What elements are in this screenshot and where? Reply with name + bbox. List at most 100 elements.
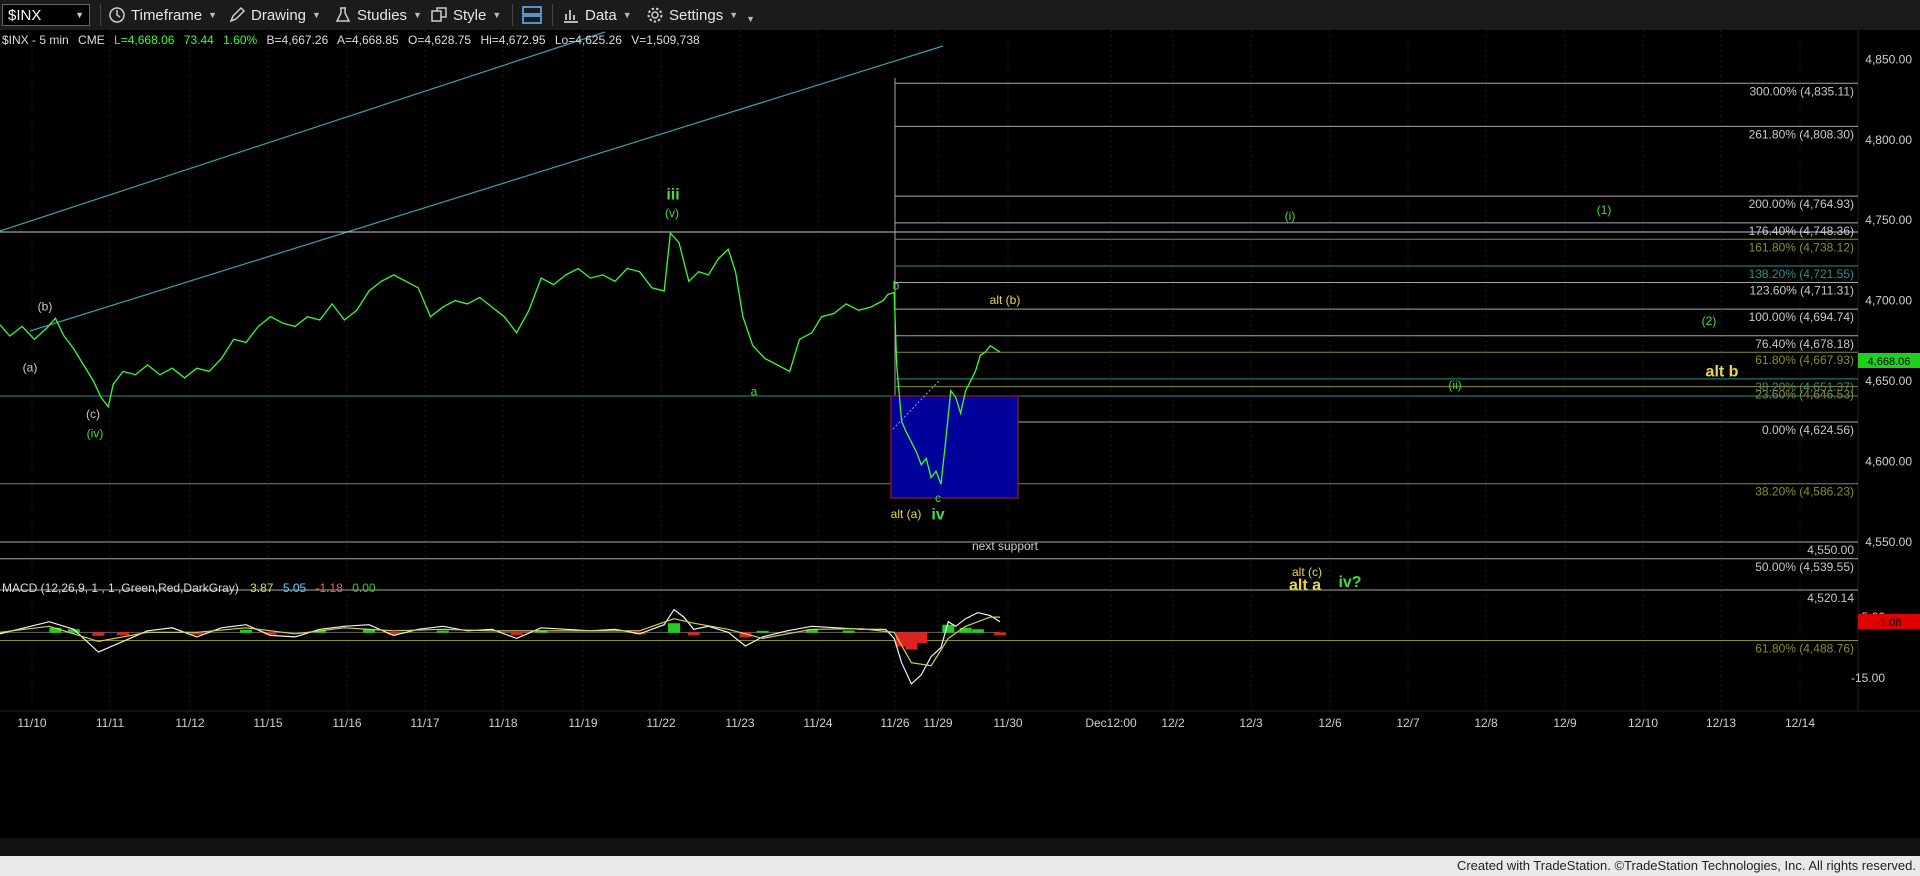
studies-menu[interactable]: Studies ▼ [334,5,422,25]
wave-label: iv? [1338,574,1361,591]
wave-label: (a) [23,360,38,374]
time-tick-label: 11/30 [993,716,1022,730]
time-tick-label: 11/22 [646,716,675,730]
last-price-tag: 4,668.06 [1858,353,1920,368]
time-tick-label: Dec12:00 [1085,716,1137,730]
wave-label: iii [666,186,679,203]
header-ask: A=4,668.85 [337,33,399,47]
time-tick-label: 11/15 [253,716,282,730]
caret-down-icon: ▼ [622,10,632,20]
wave-label: b [893,278,900,292]
settings-label: Settings [669,6,724,24]
header-open: O=4,628.75 [408,33,471,47]
layout-icon [522,6,542,24]
fib-level-label: 61.80% (4,667.93) [1755,353,1854,367]
wave-label: (i) [1285,209,1296,223]
header-volume: V=1,509,738 [631,33,700,47]
wave-label: (c) [86,407,100,421]
time-tick-label: 11/11 [96,716,125,730]
fib-level-label: 261.80% (4,808.30) [1749,127,1854,141]
time-tick-label: 11/26 [880,716,909,730]
fib-level-label: 50.00% (4,539.55) [1755,560,1854,574]
time-tick-label: 12/3 [1239,716,1263,730]
overflow-caret-icon: ▼ [746,14,756,24]
price-tick-label: 4,650.00 [1865,374,1912,388]
header-exchange: CME [78,33,105,47]
wave-label: (iv) [87,426,104,440]
fib-level-label: 138.20% (4,721.55) [1749,267,1854,281]
style-label: Style [453,6,487,24]
toolbar: $INX ▼ Timeframe ▼ Drawing ▼ Studies ▼ S… [0,0,1920,31]
time-tick-label: 12/14 [1785,716,1815,730]
fib-level-label: 4,520.14 [1807,591,1854,605]
header-symbol: $INX - 5 min [2,33,69,47]
fib-level-label: 100.00% (4,694.74) [1749,310,1854,324]
macd-histogram-bar [756,630,769,633]
time-tick-label: 11/16 [332,716,361,730]
timeframe-menu[interactable]: Timeframe ▼ [108,5,217,25]
style-icon [431,7,447,22]
fib-level-label: 176.40% (4,748.36) [1749,224,1854,238]
fib-level-label: 4,550.00 [1807,543,1854,557]
price-tick-label: 4,600.00 [1865,455,1912,469]
fib-level-label: 76.40% (4,678.18) [1755,337,1854,351]
macd-histogram-bar [510,632,523,636]
macd-signal-value: 5.05 [283,581,307,595]
fib-level-label: 200.00% (4,764.93) [1749,197,1854,211]
time-tick-label: 11/18 [488,716,517,730]
macd-histogram-bar [942,624,955,633]
data-label: Data [585,6,617,24]
wave-label: (v) [665,206,679,220]
last-price-value: 4,668.06 [1868,356,1911,368]
macd-histogram-bar [668,623,681,633]
clock-icon [109,7,125,23]
time-tick-label: 12/13 [1706,716,1736,730]
macd-current-value: -1.08 [1876,617,1901,629]
flask-icon [335,7,351,22]
data-menu[interactable]: Data ▼ [562,5,632,25]
macd-value: 3.87 [250,581,274,595]
caret-down-icon: ▼ [413,10,422,20]
price-tick-label: 4,850.00 [1865,52,1912,66]
time-tick-label: 11/23 [725,716,754,730]
macd-histogram-bar [959,627,972,633]
price-tick-label: 4,750.00 [1865,213,1912,227]
chevron-down-icon: ▼ [75,10,84,20]
status-bar: Created with TradeStation. ©TradeStation… [0,856,1920,876]
fib-level-label: 300.00% (4,835.11) [1749,84,1854,98]
macd-histogram-bar [687,632,700,636]
wave-label: next support [972,539,1039,553]
price-chart[interactable]: 300.00% (4,835.11) 261.80% (4,808.30) 200.… [0,30,1920,856]
wave-label: (ii) [1448,378,1461,392]
wave-label: a [751,385,758,399]
style-menu[interactable]: Style ▼ [430,5,501,25]
time-tick-label: 12/10 [1628,716,1658,730]
wave-label: alt (b) [990,293,1021,307]
settings-menu[interactable]: Settings ▼ ▼ [646,5,755,25]
time-tick-label: 12/6 [1318,716,1342,730]
time-tick-label: 12/8 [1474,716,1498,730]
toolbar-divider [100,4,101,26]
fib-level-label: 38.20% (4,586.23) [1755,485,1854,499]
credit-text: Created with TradeStation. ©TradeStation… [1456,858,1916,873]
fib-level-label: 0.00% (4,624.56) [1762,423,1854,437]
macd-histogram-bar [92,632,105,636]
fib-level-label: 123.60% (4,711.31) [1749,283,1854,297]
caret-down-icon: ▼ [312,10,321,20]
layout-button[interactable] [521,5,543,25]
drawing-menu[interactable]: Drawing ▼ [228,5,321,25]
chart-header: $INX - 5 min CME L=4,668.06 73.44 1.60% … [2,33,700,47]
price-tick-label: 4,700.00 [1865,294,1912,308]
scrollbar-track[interactable] [0,838,1920,856]
symbol-selector[interactable]: $INX ▼ [2,4,90,26]
macd-histogram-bar [240,629,253,633]
time-tick-label: 12/2 [1161,716,1185,730]
symbol-text: $INX [8,6,42,24]
fib-level-label: 161.80% (4,738.12) [1749,240,1854,254]
wave-label: alt (a) [891,507,922,521]
wave-label: (b) [38,299,53,313]
caret-down-icon: ▼ [492,10,502,20]
drawing-label: Drawing [251,6,307,24]
macd-histogram-bar [436,630,449,633]
macd-diff-value: -1.18 [316,581,344,595]
